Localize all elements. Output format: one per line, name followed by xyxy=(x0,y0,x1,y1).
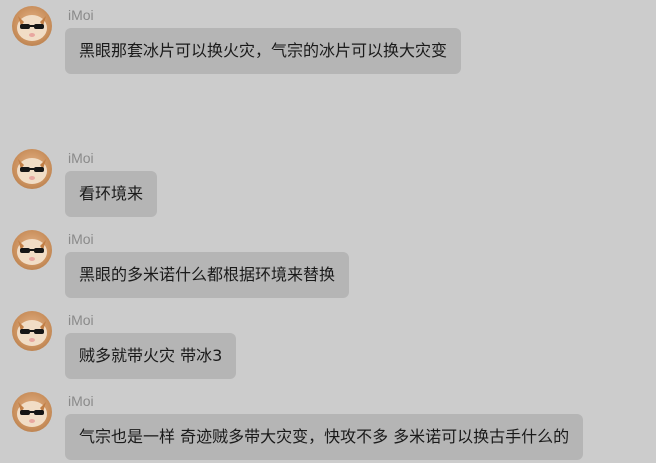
message-bubble[interactable]: 贼多就带火灾 带冰3 xyxy=(65,333,237,379)
sender-name: iMoi xyxy=(68,312,94,328)
avatar-icon[interactable] xyxy=(12,311,52,351)
sender-name: iMoi xyxy=(68,7,94,23)
message-bubble[interactable]: 看环境来 xyxy=(65,171,158,217)
avatar-icon[interactable] xyxy=(12,6,52,46)
avatar-icon[interactable] xyxy=(12,230,52,270)
sender-name: iMoi xyxy=(68,231,94,247)
message-bubble[interactable]: 黑眼那套冰片可以换火灾，气宗的冰片可以换大灾变 xyxy=(65,28,462,74)
message-bubble[interactable]: 气宗也是一样 奇迹贼多带大灾变，快攻不多 多米诺可以换古手什么的 xyxy=(65,414,584,460)
avatar-icon[interactable] xyxy=(12,149,52,189)
avatar-icon[interactable] xyxy=(12,392,52,432)
message-bubble[interactable]: 黑眼的多米诺什么都根据环境来替换 xyxy=(65,252,350,298)
sender-name: iMoi xyxy=(68,393,94,409)
sender-name: iMoi xyxy=(68,150,94,166)
